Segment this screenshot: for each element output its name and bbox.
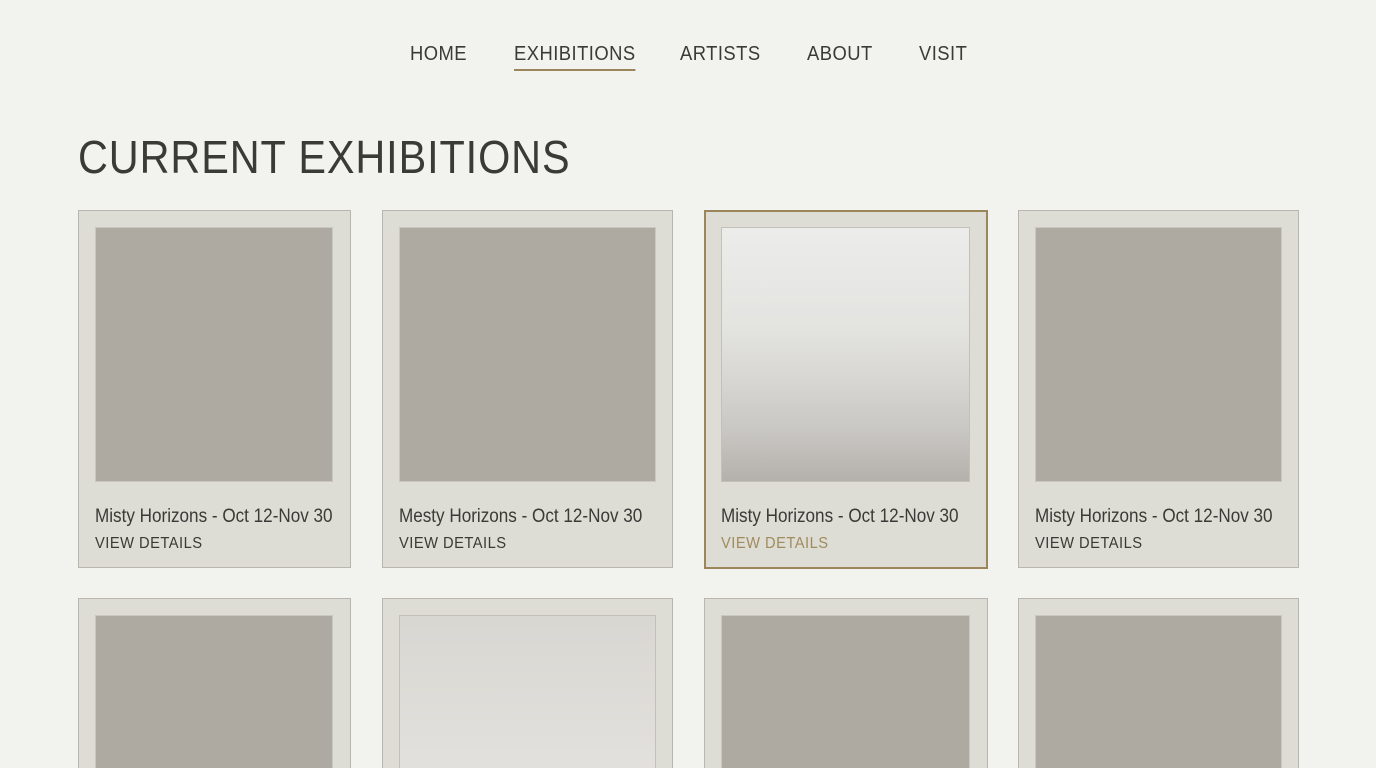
main-nav: HOME EXHIBITIONS ARTISTS ABOUT VISIT [0,0,1376,100]
exhibition-image [721,615,970,768]
pale-seascape-image [399,615,656,768]
view-details-link[interactable]: VIEW DETAILS [1035,534,1142,554]
exhibition-card[interactable]: Mesty Horizons - Oct 12-Nov 30 VIEW DETA… [382,210,673,568]
page-title: CURRENT EXHIBITIONS [78,131,571,183]
exhibition-card-selected[interactable]: Misty Horizons - Oct 12-Nov 30 VIEW DETA… [704,210,988,569]
exhibition-card[interactable] [382,598,673,768]
view-details-link[interactable]: VIEW DETAILS [721,534,828,554]
exhibition-image [399,227,656,482]
nav-item-about[interactable]: ABOUT [807,40,873,68]
exhibition-card[interactable]: Misty Horizons - Oct 12-Nov 30 VIEW DETA… [1018,210,1299,568]
nav-item-artists[interactable]: ARTISTS [680,40,761,68]
nav-item-visit[interactable]: VISIT [919,40,967,68]
misty-seascape-image [721,227,970,482]
exhibition-image [1035,227,1282,482]
exhibition-card[interactable] [78,598,351,768]
exhibition-title: Mesty Horizons - Oct 12-Nov 30 [399,506,643,527]
exhibition-card[interactable]: Misty Horizons - Oct 12-Nov 30 VIEW DETA… [78,210,351,568]
view-details-link[interactable]: VIEW DETAILS [399,534,506,554]
exhibition-title: Misty Horizons - Oct 12-Nov 30 [95,506,333,527]
exhibition-image [1035,615,1282,768]
view-details-link[interactable]: VIEW DETAILS [95,534,202,554]
exhibition-card[interactable] [1018,598,1299,768]
exhibition-image [95,227,333,482]
exhibitions-page: HOME EXHIBITIONS ARTISTS ABOUT VISIT CUR… [0,0,1376,768]
exhibition-title: Misty Horizons - Oct 12-Nov 30 [721,506,959,527]
exhibition-card[interactable] [704,598,988,768]
exhibition-title: Misty Horizons - Oct 12-Nov 30 [1035,506,1273,527]
nav-item-home[interactable]: HOME [410,40,467,68]
exhibition-image [95,615,333,768]
nav-item-exhibitions[interactable]: EXHIBITIONS [514,40,636,71]
